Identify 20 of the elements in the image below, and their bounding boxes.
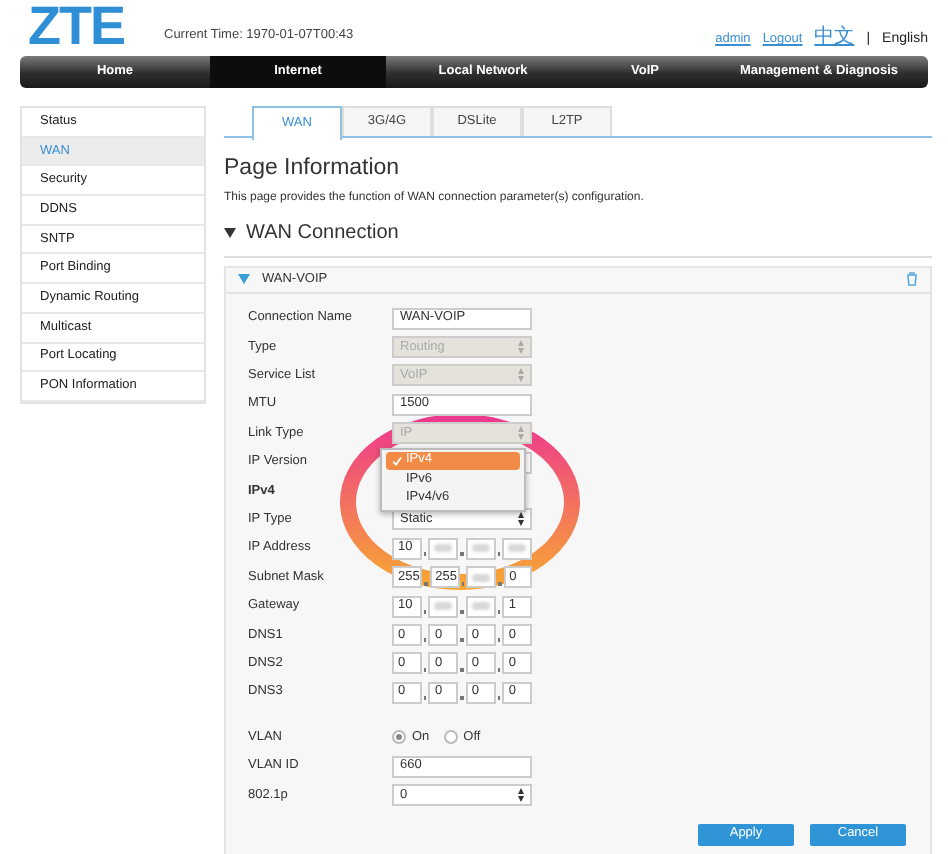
select-arrows-icon — [518, 340, 524, 355]
ip-octet-field[interactable] — [502, 537, 532, 560]
radio-button[interactable] — [443, 730, 458, 745]
collapse-triangle-icon — [224, 228, 236, 239]
radio-button[interactable] — [392, 730, 406, 745]
section-title: WAN Connection — [246, 221, 399, 246]
ip-octet-field[interactable] — [466, 566, 496, 589]
ip-octet-field[interactable] — [428, 537, 459, 560]
select-arrows-icon — [518, 368, 524, 383]
check-icon — [392, 455, 402, 466]
ip-octet-field[interactable] — [465, 537, 496, 560]
select-arrows-icon — [518, 787, 524, 802]
page-title: Page Information — [224, 156, 402, 184]
header-link[interactable]: 中文 — [814, 28, 855, 48]
select-arrows-icon — [518, 426, 524, 441]
select-arrows-icon — [518, 512, 524, 527]
ip-octet-field[interactable] — [428, 595, 459, 618]
logo: ZTE — [28, 4, 124, 48]
trash-icon[interactable] — [906, 272, 918, 287]
ip-octet-field[interactable] — [465, 595, 496, 618]
